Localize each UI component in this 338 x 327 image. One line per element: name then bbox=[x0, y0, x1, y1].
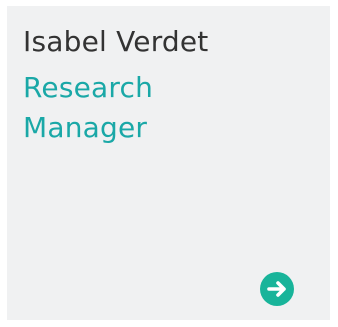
arrow-right-button[interactable] bbox=[260, 272, 294, 306]
person-role: Research Manager bbox=[23, 71, 154, 144]
person-name: Isabel Verdet bbox=[23, 25, 209, 58]
arrow-right-icon bbox=[267, 281, 286, 297]
profile-card[interactable]: Isabel Verdet Research Manager bbox=[7, 6, 330, 320]
